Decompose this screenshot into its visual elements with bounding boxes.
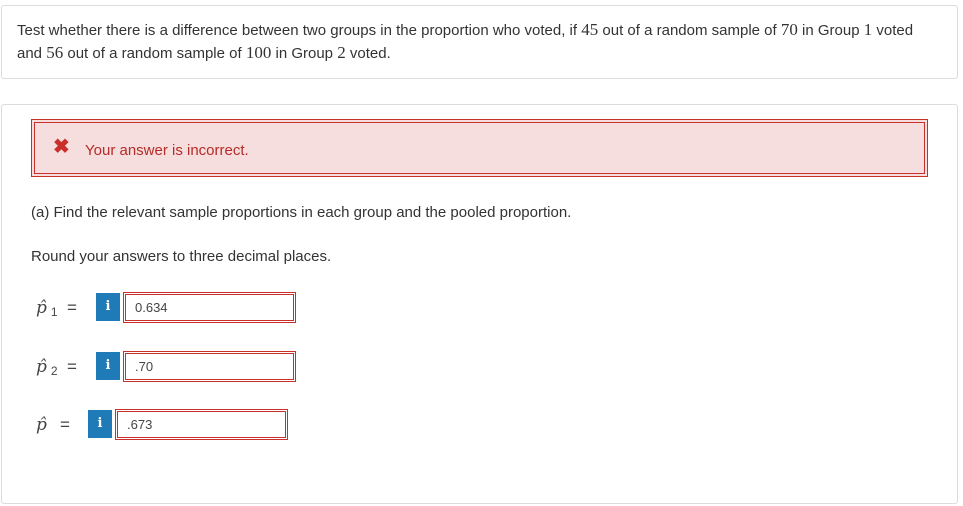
pooled-p-hat-value[interactable]: .673: [117, 411, 286, 438]
p-hat-glyph: p̂: [36, 357, 47, 377]
p-hat-2-input[interactable]: .70: [123, 351, 296, 382]
p-hat-1-value[interactable]: 0.634: [125, 294, 294, 321]
question-text-segment: Test whether there is a difference betwe…: [17, 22, 582, 39]
info-icon[interactable]: i: [96, 352, 120, 380]
p-hat-glyph: p̂: [36, 298, 47, 318]
question-text-segment: in Group: [271, 45, 338, 62]
info-icon[interactable]: i: [96, 293, 120, 321]
p-hat-1-row: p̂ 1 = i 0.634: [36, 292, 298, 324]
x-icon: ✖: [53, 136, 70, 158]
rounding-instruction: Round your answers to three decimal plac…: [31, 248, 332, 265]
question-text-segment: in Group: [797, 22, 864, 39]
p-hat-1-symbol: p̂ 1: [36, 292, 58, 325]
pooled-p-hat-input[interactable]: .673: [115, 409, 288, 440]
part-a-label: (a) Find the relevant sample proportions…: [31, 204, 572, 221]
question-text: Test whether there is a difference betwe…: [17, 19, 937, 65]
equals-sign: =: [60, 415, 70, 434]
p-hat-1-subscript: 1: [50, 305, 58, 319]
group1-number: 1: [863, 20, 873, 39]
pooled-p-hat-symbol: p̂: [36, 415, 47, 435]
p-hat-1-input[interactable]: 0.634: [123, 292, 296, 323]
equals-sign: =: [67, 298, 77, 317]
alert-message: Your answer is incorrect.: [85, 142, 249, 159]
p-hat-2-symbol: p̂ 2: [36, 351, 58, 384]
p-hat-2-row: p̂ 2 = i .70: [36, 351, 298, 383]
alert-inner-border: ✖ Your answer is incorrect.: [34, 122, 925, 174]
group2-voted-count: 56: [46, 43, 64, 62]
equals-sign: =: [67, 357, 77, 376]
question-text-segment: out of a random sample of: [63, 45, 246, 62]
question-text-segment: voted.: [345, 45, 391, 62]
group1-sample-size: 70: [780, 20, 798, 39]
p-hat-2-value[interactable]: .70: [125, 353, 294, 380]
group1-voted-count: 45: [581, 20, 599, 39]
p-hat-2-subscript: 2: [50, 364, 58, 378]
info-icon[interactable]: i: [88, 410, 112, 438]
incorrect-alert: ✖ Your answer is incorrect.: [31, 119, 928, 177]
question-panel: Test whether there is a difference betwe…: [1, 5, 958, 79]
question-text-segment: out of a random sample of: [598, 22, 781, 39]
group2-number: 2: [337, 43, 346, 62]
pooled-p-hat-row: p̂ = i .673: [36, 409, 290, 441]
group2-sample-size: 100: [245, 43, 272, 62]
